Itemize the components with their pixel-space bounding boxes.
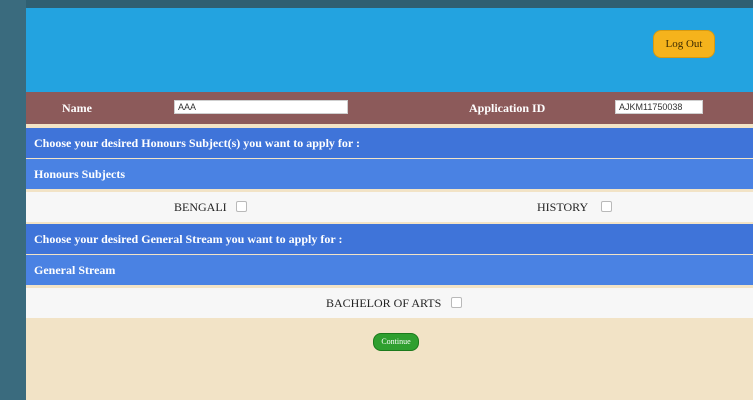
honours-options-row: BENGALI HISTORY xyxy=(26,192,753,222)
option-label-bengali: BENGALI xyxy=(174,200,227,214)
honours-prompt: Choose your desired Honours Subject(s) y… xyxy=(26,128,753,158)
applicant-info-bar: Name Application ID xyxy=(26,92,753,124)
continue-button[interactable]: Continue xyxy=(373,333,419,351)
name-label: Name xyxy=(62,101,92,115)
header-bar: Log Out xyxy=(26,8,753,92)
honours-subjects-heading: Honours Subjects xyxy=(26,159,753,189)
general-prompt: Choose your desired General Stream you w… xyxy=(26,224,753,254)
checkbox-bengali[interactable] xyxy=(236,201,247,212)
checkbox-bachelor-of-arts[interactable] xyxy=(451,297,462,308)
application-id-label: Application ID xyxy=(469,101,546,115)
option-label-bachelor-of-arts: BACHELOR OF ARTS xyxy=(326,296,442,310)
logout-button[interactable]: Log Out xyxy=(653,30,715,58)
page-background xyxy=(0,0,26,400)
checkbox-history[interactable] xyxy=(601,201,612,212)
general-stream-heading: General Stream xyxy=(26,255,753,285)
option-label-history: HISTORY xyxy=(537,200,589,214)
name-field[interactable] xyxy=(174,100,348,114)
general-options-row: BACHELOR OF ARTS xyxy=(26,288,753,318)
application-panel: Log Out Name Application ID Choose your … xyxy=(26,8,753,400)
application-id-field[interactable] xyxy=(615,100,703,114)
